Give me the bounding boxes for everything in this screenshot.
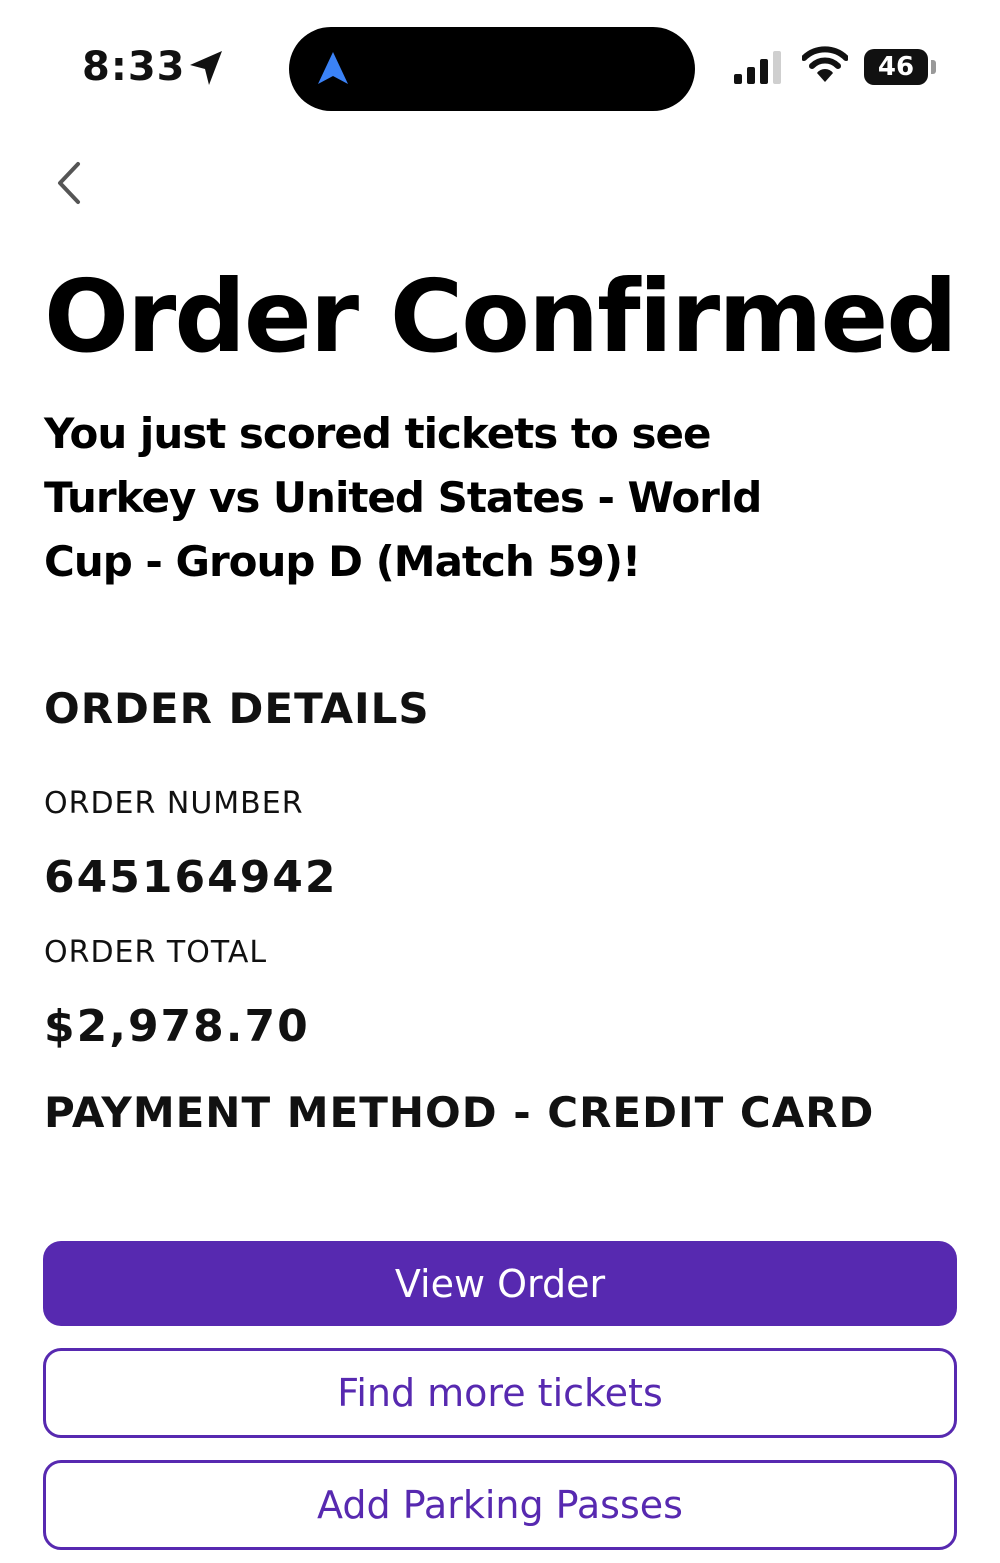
chevron-left-icon [58,162,80,204]
back-button[interactable] [50,160,90,206]
find-more-tickets-button[interactable]: Find more tickets [43,1348,957,1438]
order-total-value: $2,978.70 [44,1001,310,1052]
dynamic-island [289,27,695,111]
battery-icon: 46 [864,49,928,85]
order-total-label: ORDER TOTAL [44,935,268,970]
view-order-button[interactable]: View Order [43,1241,957,1326]
add-parking-passes-button[interactable]: Add Parking Passes [43,1460,957,1550]
location-arrow-icon [190,51,222,85]
order-number-label: ORDER NUMBER [44,786,304,821]
confirmation-message: You just scored tickets to see Turkey vs… [44,409,762,586]
page-title: Order Confirmed [44,258,958,375]
order-details-heading: ORDER DETAILS [44,684,430,733]
wifi-icon [802,46,848,82]
signal-icon [734,51,781,84]
order-number-value: 645164942 [44,852,338,903]
payment-method: PAYMENT METHOD - CREDIT CARD [44,1088,875,1137]
navigation-icon [318,52,348,84]
battery-nub [931,60,936,74]
status-time: 8:33 [82,44,186,90]
